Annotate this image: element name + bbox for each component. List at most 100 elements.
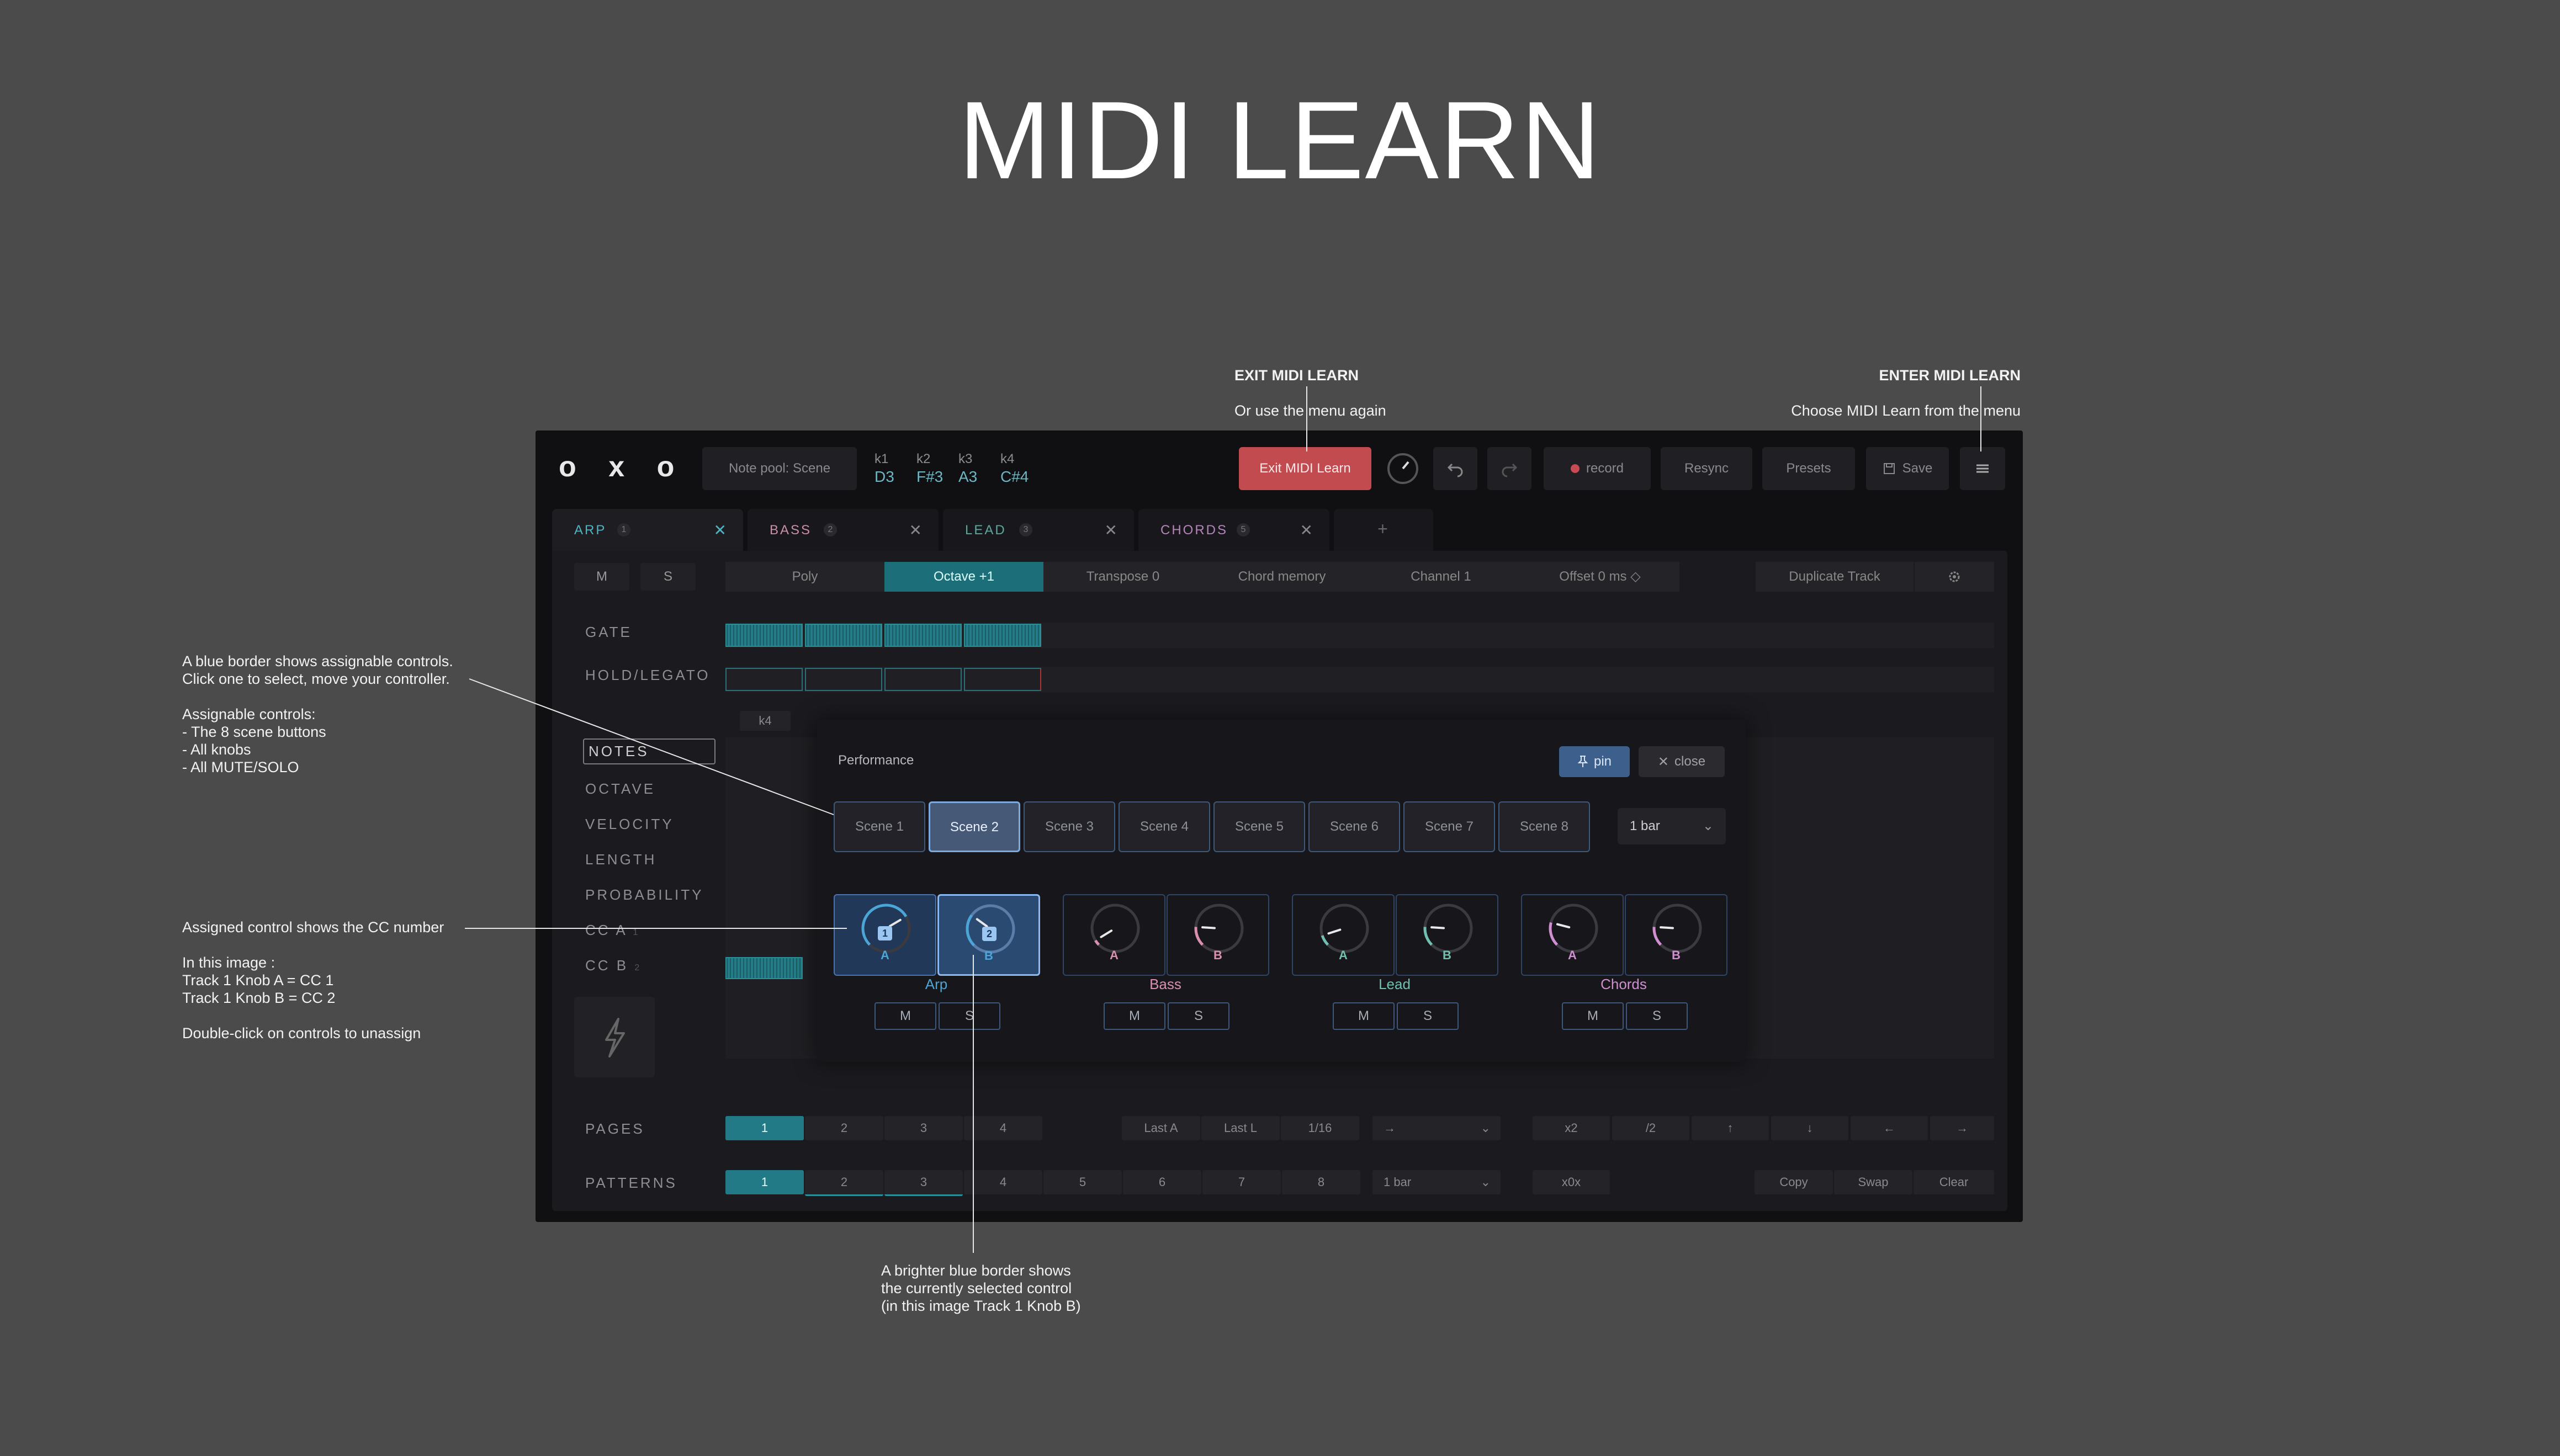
track-bass-solo-button[interactable]: S <box>1168 1002 1229 1030</box>
gate-step[interactable] <box>725 624 803 647</box>
chord-memory-option[interactable]: Chord memory <box>1202 562 1363 592</box>
direction-select[interactable]: → ⌄ <box>1372 1116 1501 1140</box>
hold-step[interactable] <box>964 668 1041 691</box>
scene-4-button[interactable]: Scene 4 <box>1119 801 1210 852</box>
shift-down-button[interactable]: ↓ <box>1771 1116 1848 1140</box>
gate-step[interactable] <box>805 624 882 647</box>
probability-label[interactable]: PROBABILITY <box>585 886 704 904</box>
shift-right-button[interactable]: → <box>1930 1116 1994 1140</box>
last-l-button[interactable]: Last L <box>1201 1116 1280 1140</box>
tempo-knob[interactable] <box>1381 447 1424 490</box>
scene-1-button[interactable]: Scene 1 <box>834 801 925 852</box>
track-lead-solo-button[interactable]: S <box>1397 1002 1459 1030</box>
exit-midi-learn-button[interactable]: Exit MIDI Learn <box>1239 447 1371 490</box>
pattern-5-button[interactable]: 5 <box>1043 1170 1122 1194</box>
x0x-button[interactable]: x0x <box>1533 1170 1610 1194</box>
tab-arp-close-icon[interactable]: ✕ <box>714 521 727 539</box>
scene-5-button[interactable]: Scene 5 <box>1213 801 1305 852</box>
pattern-length-select[interactable]: 1 bar ⌄ <box>1372 1170 1501 1194</box>
track-arp-solo-button[interactable]: S <box>939 1002 1000 1030</box>
cc-b-label[interactable]: CC B 2 <box>585 957 642 974</box>
page-2-button[interactable]: 2 <box>805 1116 883 1140</box>
undo-button[interactable] <box>1433 447 1477 490</box>
save-button[interactable]: Save <box>1866 447 1949 490</box>
randomize-button[interactable] <box>574 997 655 1077</box>
hold-step[interactable] <box>725 668 803 691</box>
scene-2-button[interactable]: Scene 2 <box>929 801 1020 852</box>
gate-step[interactable] <box>964 624 1041 647</box>
track-lead-mute-button[interactable]: M <box>1333 1002 1395 1030</box>
track-chords-mute-button[interactable]: M <box>1562 1002 1624 1030</box>
record-button[interactable]: record <box>1544 447 1651 490</box>
knob-lead-a[interactable]: A <box>1292 894 1395 976</box>
pattern-7-button[interactable]: 7 <box>1202 1170 1281 1194</box>
hold-step[interactable] <box>805 668 882 691</box>
shift-left-button[interactable]: ← <box>1851 1116 1928 1140</box>
page-3-button[interactable]: 3 <box>884 1116 963 1140</box>
octave-label[interactable]: OCTAVE <box>585 780 655 798</box>
cc-a-label[interactable]: CC A 1 <box>585 922 640 939</box>
key-k4-chip[interactable]: k4 <box>740 711 791 731</box>
track-bass-mute-button[interactable]: M <box>1104 1002 1165 1030</box>
tab-bass[interactable]: BASS 2 ✕ <box>748 509 939 551</box>
track-settings-button[interactable] <box>1915 562 1995 592</box>
double-button[interactable]: x2 <box>1533 1116 1610 1140</box>
knob-chords-a[interactable]: A <box>1521 894 1624 976</box>
halve-button[interactable]: /2 <box>1612 1116 1689 1140</box>
pattern-4-button[interactable]: 4 <box>964 1170 1042 1194</box>
note-pool-button[interactable]: Note pool: Scene <box>702 447 857 490</box>
tab-bass-close-icon[interactable]: ✕ <box>909 521 922 539</box>
redo-button[interactable] <box>1487 447 1531 490</box>
add-tab-button[interactable]: + <box>1334 509 1433 551</box>
page-resolution-button[interactable]: 1/16 <box>1281 1116 1359 1140</box>
cc-b-step[interactable] <box>725 957 803 979</box>
knob-chords-b[interactable]: B <box>1625 894 1727 976</box>
scene-6-button[interactable]: Scene 6 <box>1308 801 1400 852</box>
tab-chords-close-icon[interactable]: ✕ <box>1300 521 1313 539</box>
track-chords-solo-button[interactable]: S <box>1626 1002 1688 1030</box>
channel-option[interactable]: Channel 1 <box>1361 562 1522 592</box>
pin-button[interactable]: pin <box>1559 746 1630 777</box>
presets-button[interactable]: Presets <box>1762 447 1855 490</box>
duplicate-track-button[interactable]: Duplicate Track <box>1756 562 1915 592</box>
page-1-button[interactable]: 1 <box>725 1116 804 1140</box>
track-mute-button[interactable]: M <box>574 563 629 591</box>
tab-chords[interactable]: CHORDS 5 ✕ <box>1138 509 1329 551</box>
pattern-3-button[interactable]: 3 <box>884 1170 963 1196</box>
scene-3-button[interactable]: Scene 3 <box>1024 801 1115 852</box>
pattern-6-button[interactable]: 6 <box>1123 1170 1201 1194</box>
scene-7-button[interactable]: Scene 7 <box>1403 801 1495 852</box>
scene-bar-length-select[interactable]: 1 bar ⌄ <box>1618 808 1726 844</box>
tab-lead-close-icon[interactable]: ✕ <box>1105 521 1117 539</box>
offset-option[interactable]: Offset 0 ms ◇ <box>1520 562 1681 592</box>
pattern-1-button[interactable]: 1 <box>725 1170 804 1194</box>
poly-option[interactable]: Poly <box>725 562 886 592</box>
close-button[interactable]: ✕ close <box>1639 746 1725 777</box>
tab-arp[interactable]: ARP 1 ✕ <box>552 509 743 551</box>
octave-option[interactable]: Octave +1 <box>884 562 1045 592</box>
menu-button[interactable] <box>1960 447 2005 490</box>
velocity-label[interactable]: VELOCITY <box>585 816 674 833</box>
tab-lead[interactable]: LEAD 3 ✕ <box>943 509 1134 551</box>
page-4-button[interactable]: 4 <box>964 1116 1042 1140</box>
shift-up-button[interactable]: ↑ <box>1692 1116 1769 1140</box>
hold-legato-row[interactable] <box>725 667 1994 692</box>
scene-8-button[interactable]: Scene 8 <box>1498 801 1590 852</box>
hold-step[interactable] <box>884 668 962 691</box>
knob-arp-b[interactable]: B2 <box>937 894 1040 976</box>
knob-bass-a[interactable]: A <box>1063 894 1165 976</box>
resync-button[interactable]: Resync <box>1661 447 1752 490</box>
notes-label[interactable]: NOTES <box>583 738 715 764</box>
swap-button[interactable]: Swap <box>1834 1170 1912 1194</box>
track-solo-button[interactable]: S <box>640 563 696 591</box>
pattern-8-button[interactable]: 8 <box>1282 1170 1360 1194</box>
copy-button[interactable]: Copy <box>1755 1170 1833 1194</box>
length-label[interactable]: LENGTH <box>585 851 656 868</box>
last-a-button[interactable]: Last A <box>1122 1116 1200 1140</box>
pattern-2-button[interactable]: 2 <box>805 1170 883 1196</box>
gate-row[interactable] <box>725 623 1994 648</box>
knob-arp-a[interactable]: A1 <box>834 894 936 976</box>
knob-bass-b[interactable]: B <box>1167 894 1269 976</box>
knob-lead-b[interactable]: B <box>1396 894 1498 976</box>
transpose-option[interactable]: Transpose 0 <box>1043 562 1204 592</box>
